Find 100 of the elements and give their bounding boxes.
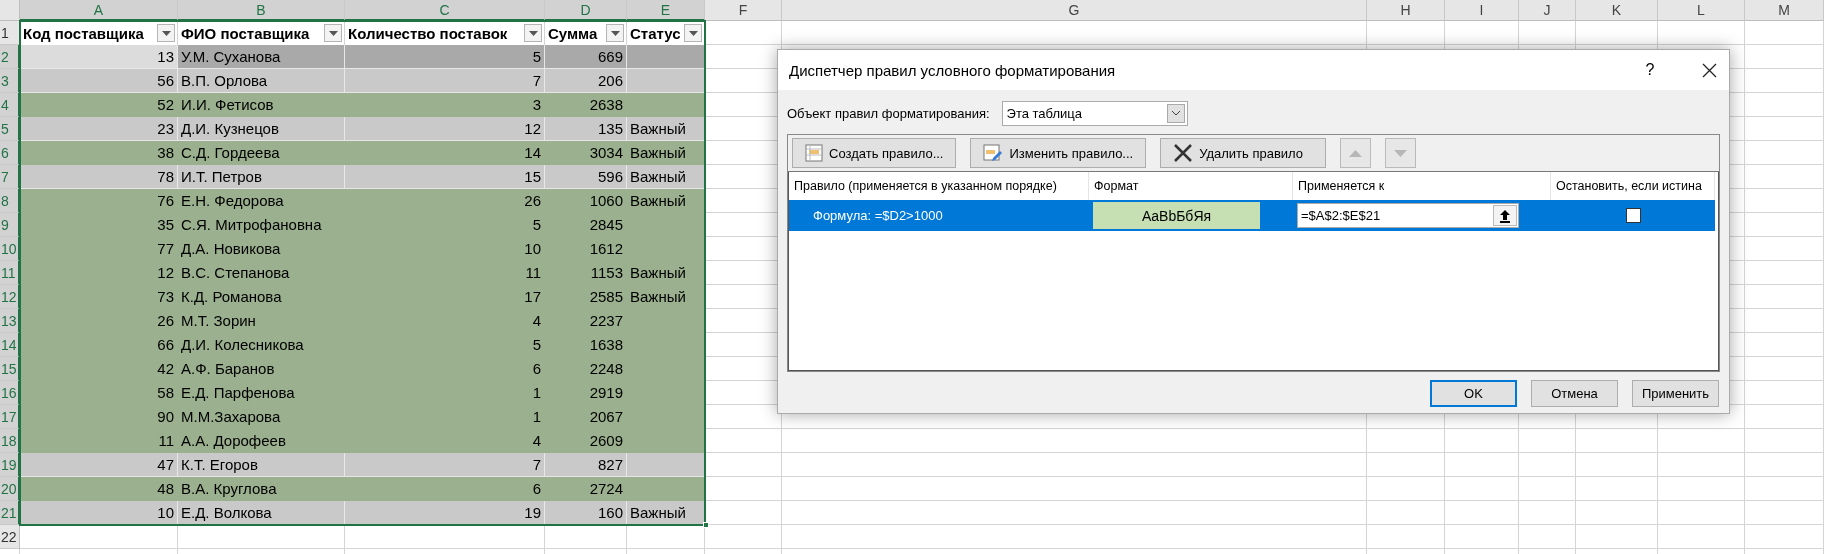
table-cell-text: Важный (629, 143, 687, 163)
table-cell-text: 1 (531, 383, 542, 403)
table-cell: 23 (20, 117, 178, 140)
column-header[interactable]: G (782, 0, 1367, 21)
range-field[interactable]: =$A$2:$E$21 (1297, 203, 1519, 228)
column-header[interactable]: H (1367, 0, 1445, 21)
table-cell-text: 26 (156, 311, 175, 331)
table-cell: 10 (20, 501, 178, 524)
row-header[interactable]: 18 (0, 429, 20, 453)
dropdown-caret-icon (528, 30, 538, 36)
toolbar-button[interactable]: Удалить правило (1160, 138, 1327, 168)
column-header[interactable]: L (1658, 0, 1745, 21)
collapse-button[interactable] (1493, 205, 1517, 226)
row-header[interactable]: 6 (0, 141, 20, 165)
toolbar-button[interactable]: Изменить правило... (970, 138, 1147, 168)
rule-row[interactable]: Формула: =$D2>1000 (789, 200, 1089, 231)
column-header[interactable]: F (705, 0, 782, 21)
table-cell: И.Т. Петров (178, 165, 345, 188)
row-header[interactable]: 1 (0, 21, 20, 45)
filter-button[interactable] (606, 24, 624, 42)
column-header[interactable]: K (1576, 0, 1658, 21)
new-rule-icon (805, 144, 823, 162)
table-cell-text: 66 (156, 335, 175, 355)
row-header[interactable]: 21 (0, 501, 20, 525)
row-header[interactable]: 8 (0, 189, 20, 213)
row-header[interactable]: 22 (0, 525, 20, 549)
table-cell: 669 (545, 45, 627, 68)
row-header[interactable]: 19 (0, 453, 20, 477)
filter-button[interactable] (684, 24, 702, 42)
toolbar-button[interactable]: Создать правило... (792, 138, 957, 168)
table-cell-text: 90 (156, 407, 175, 427)
column-header[interactable]: J (1519, 0, 1576, 21)
row-header[interactable]: 3 (0, 69, 20, 93)
dropdown-caret-icon (688, 30, 698, 36)
row-header[interactable]: 9 (0, 213, 20, 237)
table-cell-text: 1 (531, 407, 542, 427)
table-cell-text: 10 (523, 239, 542, 259)
column-header[interactable]: I (1445, 0, 1519, 21)
row-header[interactable]: 2 (0, 45, 20, 69)
dialog-button[interactable]: OK (1430, 380, 1517, 407)
table-cell-text: 2845 (588, 215, 624, 235)
help-button[interactable]: ? (1630, 61, 1670, 79)
row-header[interactable]: 16 (0, 381, 20, 405)
table-cell-text: 2724 (588, 479, 624, 499)
filter-button[interactable] (157, 24, 175, 42)
row-header[interactable]: 17 (0, 405, 20, 429)
table-cell-text: М.М.Захарова (180, 407, 282, 427)
fill-handle[interactable] (703, 522, 709, 528)
table-cell: 13 (20, 45, 178, 68)
column-header[interactable]: M (1745, 0, 1824, 21)
row-header[interactable]: 12 (0, 285, 20, 309)
row-header[interactable]: 5 (0, 117, 20, 141)
table-cell: 160 (545, 501, 627, 524)
table-cell: 5 (345, 45, 545, 68)
header-label: ФИО поставщика (181, 24, 310, 42)
table-cell-text: 2585 (588, 287, 624, 307)
table-cell-text: Д.И. Колесникова (180, 335, 305, 355)
dialog-button[interactable]: Отмена (1531, 380, 1618, 407)
table-cell-text: 12 (156, 263, 175, 283)
table-cell-text: 4 (531, 431, 542, 451)
row-header[interactable]: 7 (0, 165, 20, 189)
row-header[interactable]: 13 (0, 309, 20, 333)
table-cell: Д.И. Кузнецов (178, 117, 345, 140)
row-header[interactable]: 15 (0, 357, 20, 381)
dialog-button[interactable]: Применить (1632, 380, 1719, 407)
column-header[interactable]: C (345, 0, 545, 21)
column-header[interactable]: A (20, 0, 178, 21)
row-header[interactable]: 11 (0, 261, 20, 285)
table-cell-text: А.Ф. Баранов (180, 359, 276, 379)
table-cell-text: В.А. Круглова (180, 479, 278, 499)
table-cell-text: С.Я. Митрофановна (180, 215, 323, 235)
row-header[interactable]: 20 (0, 477, 20, 501)
dropdown-button[interactable] (1166, 103, 1185, 123)
table-cell-text: 48 (156, 479, 175, 499)
filter-button[interactable] (524, 24, 542, 42)
table-cell: 7 (345, 69, 545, 92)
table-cell-text: К.Д. Романова (180, 287, 283, 307)
dropdown-caret-icon (328, 30, 338, 36)
table-cell-text: Д.А. Новикова (180, 239, 282, 259)
row-header[interactable]: 10 (0, 237, 20, 261)
row-header[interactable]: 14 (0, 333, 20, 357)
table-cell-text: 6 (531, 359, 542, 379)
table-cell-text: 1060 (588, 191, 624, 211)
row-header[interactable]: 4 (0, 93, 20, 117)
edit-rule-icon (983, 144, 1004, 162)
close-icon[interactable] (1702, 62, 1717, 78)
column-header[interactable]: D (545, 0, 627, 21)
scope-dropdown[interactable]: Эта таблица (1001, 100, 1188, 126)
filter-button[interactable] (324, 24, 342, 42)
table-cell-text: 5 (531, 215, 542, 235)
table-cell-text: И.И. Фетисов (180, 95, 275, 115)
header-label: Сумма (548, 24, 598, 42)
column-header[interactable]: E (627, 0, 705, 21)
delete-icon (1173, 144, 1194, 162)
table-cell-text: 76 (156, 191, 175, 211)
table-cell-text: В.С. Степанова (180, 263, 291, 283)
table-cell-text: 17 (523, 287, 542, 307)
stop-checkbox[interactable] (1625, 208, 1641, 223)
dialog-title: Диспетчер правил условного форматирования (789, 61, 1117, 79)
column-header[interactable]: B (178, 0, 345, 21)
